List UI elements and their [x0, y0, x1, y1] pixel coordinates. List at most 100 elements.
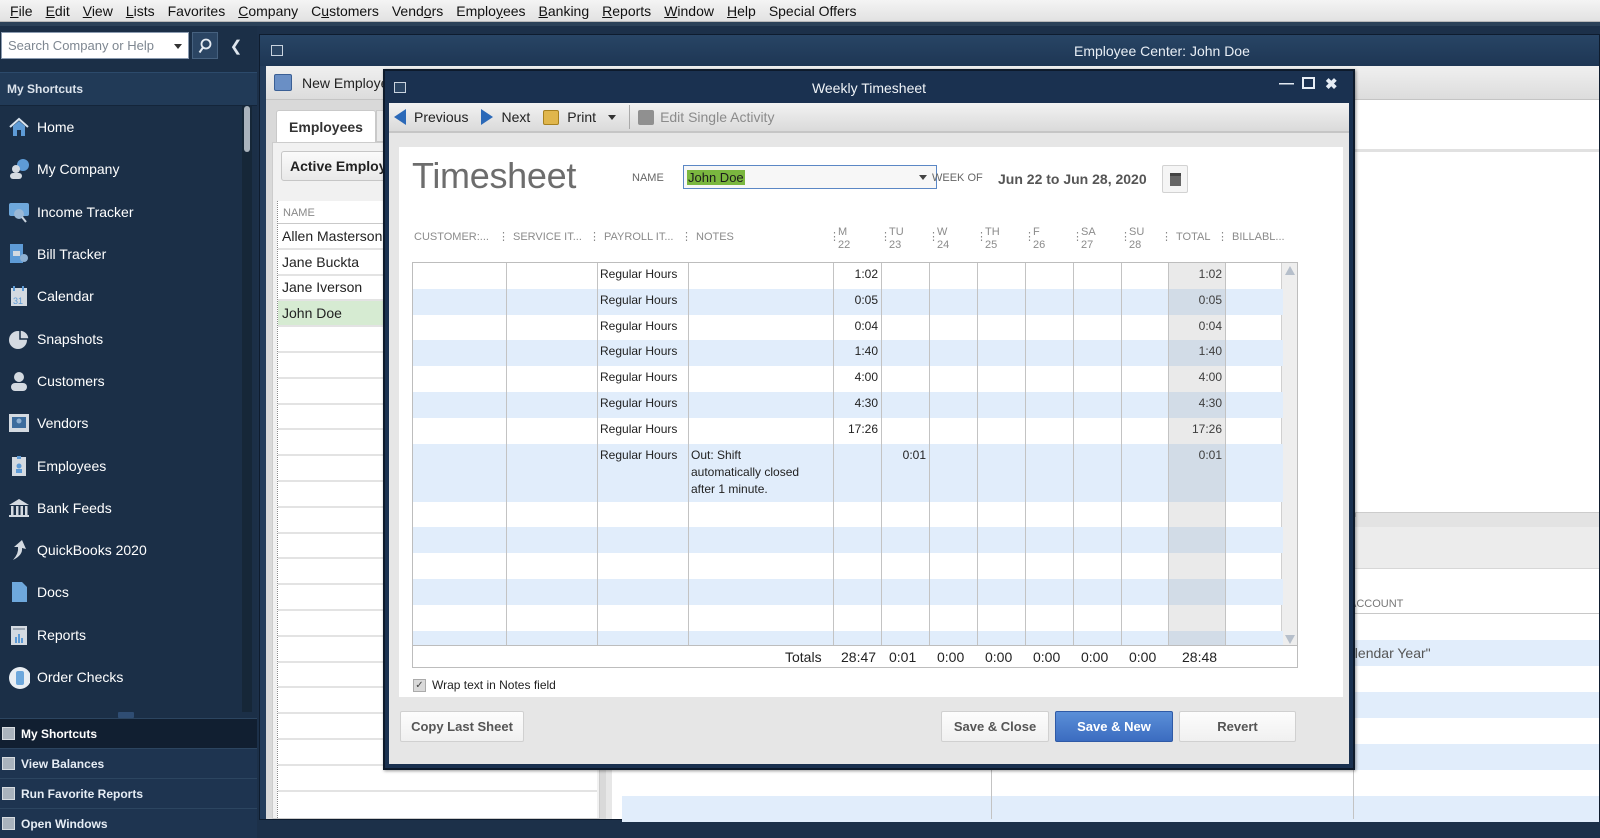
- day-hours-cell[interactable]: [881, 392, 929, 418]
- search-icon[interactable]: [192, 32, 218, 59]
- timesheet-row[interactable]: Regular Hours Out: Shift automatically cl…: [413, 443, 1283, 502]
- timesheet-row[interactable]: [413, 630, 1283, 645]
- day-hours-cell[interactable]: [1073, 263, 1121, 289]
- day-hours-cell[interactable]: [1121, 444, 1169, 502]
- day-hours-cell[interactable]: [1121, 289, 1169, 315]
- column-resize-handle[interactable]: ⋮: [1161, 231, 1172, 243]
- timesheet-row[interactable]: Regular Hours 0:04 0:04: [413, 315, 1283, 341]
- notes-cell[interactable]: [688, 340, 803, 366]
- day-hours-cell[interactable]: 4:30: [833, 392, 881, 418]
- day-hours-cell[interactable]: [1121, 263, 1169, 289]
- column-resize-handle[interactable]: ⋮: [498, 231, 509, 243]
- menu-banking[interactable]: Banking: [537, 3, 592, 19]
- billable-column-header[interactable]: ⋮ BILLABL...: [1217, 231, 1285, 244]
- customer-cell[interactable]: [413, 392, 506, 418]
- day-hours-cell[interactable]: [1073, 315, 1121, 341]
- timesheet-titlebar[interactable]: Weekly Timesheet — ✖: [385, 71, 1353, 103]
- payroll-item-cell[interactable]: Regular Hours: [597, 340, 688, 366]
- day-hours-cell[interactable]: [1121, 392, 1169, 418]
- day-hours-cell[interactable]: [977, 340, 1025, 366]
- service-item-cell[interactable]: [506, 392, 597, 418]
- day-hours-cell[interactable]: [929, 289, 977, 315]
- chevron-down-icon[interactable]: [919, 175, 927, 180]
- day-hours-cell[interactable]: [1025, 315, 1073, 341]
- menu-customers[interactable]: Customers: [309, 3, 381, 19]
- column-resize-handle[interactable]: ⋮: [928, 231, 939, 244]
- column-resize-handle[interactable]: ⋮: [1072, 231, 1083, 244]
- menu-company[interactable]: Company: [236, 3, 300, 19]
- total-column-header[interactable]: ⋮ TOTAL: [1161, 231, 1210, 244]
- timesheet-row[interactable]: [413, 579, 1283, 605]
- menu-file[interactable]: File: [8, 3, 35, 19]
- day-hours-cell[interactable]: 1:02: [833, 263, 881, 289]
- payroll-item-cell[interactable]: Regular Hours: [597, 366, 688, 392]
- day-hours-cell[interactable]: [977, 392, 1025, 418]
- notes-cell[interactable]: [688, 366, 803, 392]
- payroll-item-cell[interactable]: Regular Hours: [597, 444, 688, 502]
- billable-cell[interactable]: [1225, 289, 1283, 315]
- timesheet-row[interactable]: [413, 553, 1283, 579]
- billable-cell[interactable]: [1225, 418, 1283, 444]
- day-column-header[interactable]: ⋮ SA 27: [1072, 226, 1096, 252]
- day-hours-cell[interactable]: [977, 366, 1025, 392]
- day-hours-cell[interactable]: [833, 444, 881, 502]
- sidebar-item-home[interactable]: Home: [0, 106, 242, 148]
- service-item-cell[interactable]: [506, 263, 597, 289]
- scrollbar-thumb[interactable]: [244, 106, 250, 152]
- service-column-header[interactable]: ⋮ SERVICE IT...: [498, 231, 582, 244]
- day-hours-cell[interactable]: [1025, 289, 1073, 315]
- day-hours-cell[interactable]: 17:26: [833, 418, 881, 444]
- customer-cell[interactable]: [413, 366, 506, 392]
- day-hours-cell[interactable]: [1121, 340, 1169, 366]
- day-hours-cell[interactable]: [1025, 263, 1073, 289]
- day-hours-cell[interactable]: [1073, 289, 1121, 315]
- column-resize-handle[interactable]: ⋮: [1120, 231, 1131, 244]
- day-hours-cell[interactable]: 0:05: [833, 289, 881, 315]
- notes-cell[interactable]: [688, 315, 803, 341]
- maximize-icon[interactable]: [1302, 77, 1315, 89]
- print-dropdown-icon[interactable]: [608, 114, 617, 120]
- billable-cell[interactable]: [1225, 315, 1283, 341]
- day-hours-cell[interactable]: [881, 289, 929, 315]
- day-hours-cell[interactable]: [929, 418, 977, 444]
- column-resize-handle[interactable]: ⋮: [1024, 231, 1035, 244]
- sidebar-item-order-checks[interactable]: Order Checks: [0, 656, 242, 698]
- column-resize-handle[interactable]: ⋮: [976, 231, 987, 244]
- day-hours-cell[interactable]: [881, 366, 929, 392]
- copy-last-sheet-button[interactable]: Copy Last Sheet: [400, 711, 524, 742]
- day-hours-cell[interactable]: [1073, 392, 1121, 418]
- menu-help[interactable]: Help: [725, 3, 758, 19]
- collapse-sidebar-icon[interactable]: ❮: [226, 32, 246, 59]
- scroll-up-icon[interactable]: [1285, 266, 1295, 275]
- grid-scrollbar[interactable]: [1281, 263, 1297, 645]
- day-hours-cell[interactable]: [1073, 366, 1121, 392]
- timesheet-row[interactable]: [413, 527, 1283, 554]
- payroll-item-cell[interactable]: Regular Hours: [597, 263, 688, 289]
- service-item-cell[interactable]: [506, 418, 597, 444]
- sidebar-item-quickbooks-2020[interactable]: QuickBooks 2020: [0, 529, 242, 571]
- column-resize-handle[interactable]: ⋮: [589, 231, 600, 243]
- wrap-text-checkbox[interactable]: ✓ Wrap text in Notes field: [413, 678, 556, 692]
- notes-cell[interactable]: [688, 263, 803, 289]
- menu-special-offers[interactable]: Special Offers: [767, 3, 859, 19]
- revert-button[interactable]: Revert: [1179, 711, 1296, 742]
- day-hours-cell[interactable]: [977, 444, 1025, 502]
- save-new-button[interactable]: Save & New: [1055, 711, 1173, 742]
- sidebar-item-bill-tracker[interactable]: Bill Tracker: [0, 233, 242, 275]
- day-hours-cell[interactable]: [881, 315, 929, 341]
- day-hours-cell[interactable]: [929, 263, 977, 289]
- day-column-header[interactable]: ⋮ SU 28: [1120, 226, 1144, 252]
- menu-favorites[interactable]: Favorites: [166, 3, 228, 19]
- next-button[interactable]: Next: [481, 109, 530, 125]
- customer-cell[interactable]: [413, 340, 506, 366]
- window-menu-icon[interactable]: [271, 45, 283, 56]
- day-hours-cell[interactable]: [1121, 418, 1169, 444]
- sidebar-item-vendors[interactable]: Vendors: [0, 402, 242, 444]
- day-hours-cell[interactable]: [1121, 366, 1169, 392]
- notes-cell[interactable]: [688, 392, 803, 418]
- timesheet-row[interactable]: Regular Hours 4:30 4:30: [413, 392, 1283, 418]
- day-hours-cell[interactable]: [977, 315, 1025, 341]
- sidebar-item-my-company[interactable]: My Company: [0, 148, 242, 190]
- edit-single-activity-button[interactable]: Edit Single Activity: [638, 109, 774, 125]
- day-hours-cell[interactable]: 4:00: [833, 366, 881, 392]
